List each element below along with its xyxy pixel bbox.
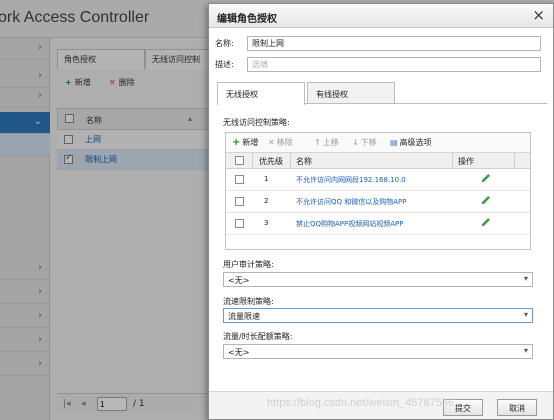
acl-advanced-label: 高级选项	[399, 138, 432, 147]
tab-wired-auth[interactable]: 有线授权	[307, 82, 395, 104]
acl-row-priority: 2	[264, 197, 269, 205]
rate-limit-policy-select[interactable]: 流量限速 ▾	[223, 308, 533, 323]
arrow-down-icon: ↓	[352, 138, 359, 147]
acl-add-label: 新增	[242, 138, 259, 147]
name-label: 名称:	[215, 39, 234, 48]
acl-move-down-label: 下移	[360, 138, 377, 147]
acl-row-name[interactable]: 不允许访问QQ 和微信以及购物APP	[296, 197, 406, 207]
dialog-tabs: 无线授权 有线授权	[217, 82, 547, 105]
edit-pencil-icon[interactable]	[480, 216, 492, 231]
dropdown-arrow-icon: ▾	[523, 346, 528, 355]
cancel-button[interactable]: 取消	[497, 399, 537, 416]
column-name: 名称	[296, 157, 312, 166]
acl-add-button[interactable]: + 新增	[232, 137, 258, 148]
acl-row[interactable]: 3 禁止QQ购物APP视频网站视频APP	[226, 213, 530, 235]
acl-advanced-button[interactable]: ▤ 高级选项	[390, 137, 432, 148]
acl-move-down-button[interactable]: ↓ 下移	[352, 137, 377, 148]
plus-icon: +	[232, 137, 241, 148]
edit-pencil-icon[interactable]	[480, 172, 492, 187]
acl-row-checkbox[interactable]	[235, 175, 244, 184]
close-icon: ✕	[268, 138, 275, 147]
acl-row[interactable]: 2 不允许访问QQ 和微信以及购物APP	[226, 191, 530, 213]
tab-wireless-auth[interactable]: 无线授权	[217, 82, 305, 105]
edit-role-dialog: 编辑角色授权 × 名称: 描述: 无线授权 有线授权 无线访问控制策略: +新增…	[208, 3, 554, 420]
quota-policy-value: <无>	[228, 348, 250, 357]
audit-policy-value: <无>	[228, 276, 250, 285]
description-input[interactable]	[247, 57, 541, 72]
acl-table-header: 优先级 名称 操作	[226, 153, 530, 169]
acl-row-priority: 3	[264, 219, 269, 227]
acl-remove-button[interactable]: ✕ 移除	[268, 137, 293, 148]
column-separator	[252, 153, 253, 169]
acl-move-up-button[interactable]: ↑ 上移	[314, 137, 339, 148]
column-priority: 优先级	[259, 157, 283, 166]
dialog-title: 编辑角色授权	[217, 14, 277, 25]
column-separator	[290, 153, 291, 169]
quota-policy-select[interactable]: <无> ▾	[223, 344, 533, 359]
column-separator	[452, 153, 453, 169]
name-input[interactable]	[247, 36, 541, 51]
acl-row-name[interactable]: 不允许访问内网网段192.168.10.0	[296, 175, 406, 185]
dialog-header: 编辑角色授权 ×	[209, 4, 553, 28]
acl-move-up-label: 上移	[322, 138, 339, 147]
dropdown-arrow-icon: ▾	[523, 310, 528, 319]
close-icon[interactable]: ×	[532, 6, 545, 24]
dialog-footer: 提交 取消	[209, 391, 553, 419]
quota-policy-label: 流量/时长配额策略:	[223, 332, 293, 341]
audit-policy-select[interactable]: <无> ▾	[223, 272, 533, 287]
acl-row-name[interactable]: 禁止QQ购物APP视频网站视频APP	[296, 219, 403, 229]
rate-limit-policy-value: 流量限速	[228, 312, 260, 321]
acl-select-all-checkbox[interactable]	[235, 156, 244, 165]
description-label: 描述:	[215, 60, 234, 69]
settings-panel-icon: ▤	[390, 138, 398, 147]
rate-limit-policy-label: 流速限制策略:	[223, 297, 274, 306]
column-action: 操作	[458, 157, 474, 166]
acl-row-priority: 1	[264, 175, 269, 183]
dropdown-arrow-icon: ▾	[523, 274, 528, 283]
column-separator	[514, 153, 515, 169]
acl-row-checkbox[interactable]	[235, 197, 244, 206]
acl-policy-panel: + 新增 ✕ 移除 ↑ 上移 ↓ 下移 ▤ 高级选项 优先级 名称 操作 1 不允许访问内…	[225, 132, 531, 250]
submit-button[interactable]: 提交	[443, 399, 483, 416]
audit-policy-label: 用户审计策略:	[223, 260, 274, 269]
acl-remove-label: 移除	[276, 138, 293, 147]
arrow-up-icon: ↑	[314, 138, 321, 147]
edit-pencil-icon[interactable]	[480, 194, 492, 209]
acl-row-checkbox[interactable]	[235, 219, 244, 228]
acl-section-label: 无线访问控制策略:	[223, 118, 290, 127]
acl-toolbar: + 新增 ✕ 移除 ↑ 上移 ↓ 下移 ▤ 高级选项	[226, 133, 530, 153]
acl-row[interactable]: 1 不允许访问内网网段192.168.10.0	[226, 169, 530, 191]
